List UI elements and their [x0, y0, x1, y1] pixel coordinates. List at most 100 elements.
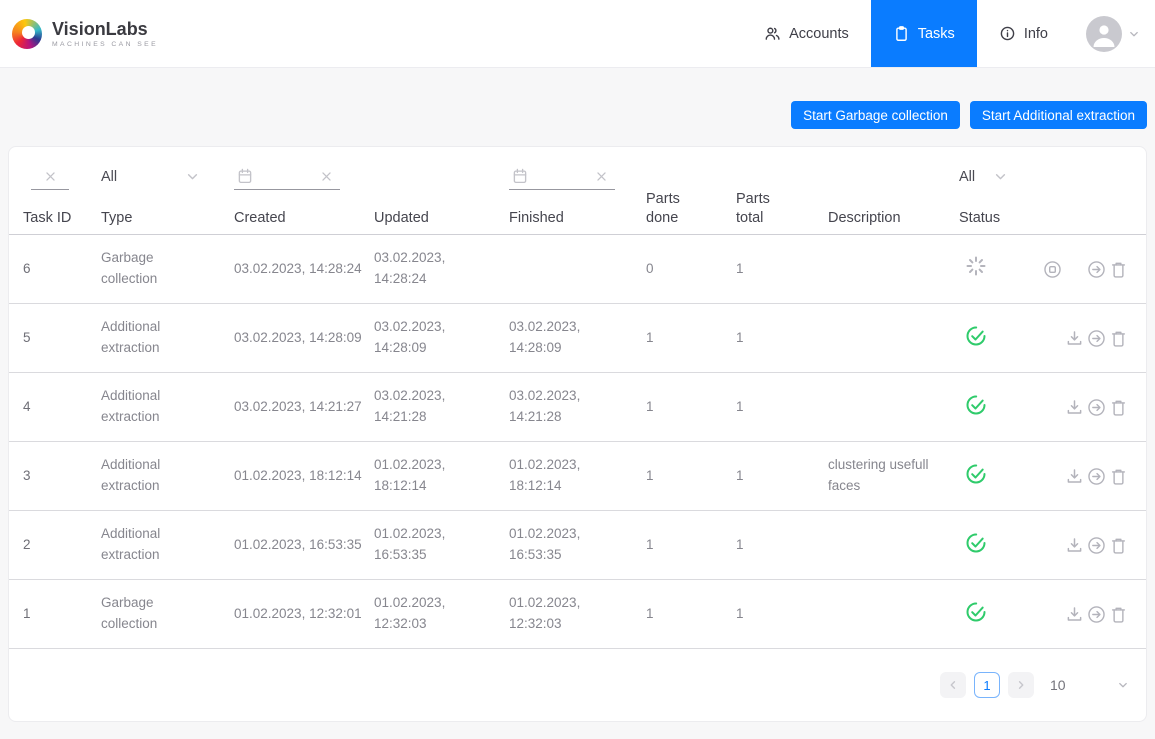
column-type: All Type: [101, 163, 234, 239]
task-id-cell: 6: [23, 259, 101, 280]
created-cell: 03.02.2023, 14:28:24: [234, 259, 374, 280]
updated-cell: 03.02.2023, 14:28:24: [374, 248, 509, 290]
finished-cell: 01.02.2023, 16:53:35: [509, 524, 646, 566]
tasks-table: Task ID All Type Created Updated F: [8, 146, 1147, 722]
stop-icon: [1042, 259, 1063, 280]
chevron-right-icon: [1014, 678, 1028, 692]
type-cell: Additional extraction: [101, 317, 197, 359]
column-label: Type: [101, 209, 226, 228]
status-filter-select[interactable]: All: [959, 163, 1009, 190]
parts-total-cell: 1: [736, 535, 828, 556]
delete-button[interactable]: [1108, 328, 1129, 349]
page-size-select[interactable]: 10: [1050, 677, 1130, 693]
created-date-filter[interactable]: [234, 163, 340, 190]
chevron-down-icon: [1127, 27, 1141, 41]
open-button[interactable]: [1086, 535, 1107, 556]
action-slot: [1063, 532, 1085, 559]
calendar-icon[interactable]: [511, 167, 529, 185]
delete-icon: [1108, 535, 1129, 556]
delete-button[interactable]: [1108, 604, 1129, 625]
success-icon: [964, 599, 988, 630]
nav-label-tasks: Tasks: [918, 26, 955, 42]
column-updated: Updated: [374, 163, 509, 239]
open-button[interactable]: [1086, 328, 1107, 349]
avatar: [1086, 16, 1122, 52]
next-page-button[interactable]: [1008, 672, 1034, 698]
type-cell: Garbage collection: [101, 593, 197, 635]
start-additional-extraction-button[interactable]: Start Additional extraction: [970, 101, 1147, 129]
updated-cell: 01.02.2023, 12:32:03: [374, 593, 509, 635]
updated-cell: 03.02.2023, 14:28:09: [374, 317, 509, 359]
table-row: 6Garbage collection03.02.2023, 14:28:240…: [9, 235, 1146, 304]
open-icon: [1086, 466, 1107, 487]
nav-item-accounts[interactable]: Accounts: [742, 0, 871, 67]
status-cell: [959, 254, 1041, 285]
action-slot: [1108, 532, 1130, 559]
task-id-filter-input[interactable]: [31, 163, 69, 190]
people-icon: [764, 25, 781, 42]
type-cell: Additional extraction: [101, 524, 197, 566]
status-cell: [959, 530, 1041, 561]
action-slot: [1108, 463, 1130, 490]
parts-total-cell: 1: [736, 604, 828, 625]
task-id-cell: 5: [23, 328, 101, 349]
action-slot: [1041, 463, 1063, 490]
prev-page-button[interactable]: [940, 672, 966, 698]
column-actions: [1041, 163, 1140, 239]
open-icon: [1086, 328, 1107, 349]
action-slot: [1041, 532, 1063, 559]
row-actions: [1041, 532, 1140, 559]
row-actions: [1041, 256, 1140, 283]
nav-label-info: Info: [1024, 26, 1048, 42]
download-button[interactable]: [1064, 328, 1085, 349]
delete-icon: [1108, 259, 1129, 280]
finished-cell: 03.02.2023, 14:28:09: [509, 317, 646, 359]
nav-label-accounts: Accounts: [789, 26, 849, 42]
table-row: 4Additional extraction03.02.2023, 14:21:…: [9, 373, 1146, 442]
row-actions: [1041, 463, 1140, 490]
clear-icon[interactable]: [318, 168, 335, 185]
delete-icon: [1108, 397, 1129, 418]
type-filter-value: All: [101, 169, 117, 185]
table-body: 6Garbage collection03.02.2023, 14:28:240…: [9, 235, 1146, 649]
page-number-current[interactable]: 1: [974, 672, 1000, 698]
calendar-icon[interactable]: [236, 167, 254, 185]
download-button[interactable]: [1064, 535, 1085, 556]
column-label: Parts total: [736, 190, 782, 228]
delete-icon: [1108, 466, 1129, 487]
open-button[interactable]: [1086, 397, 1107, 418]
clipboard-icon: [893, 25, 910, 42]
stop-button[interactable]: [1042, 259, 1063, 280]
row-actions: [1041, 601, 1140, 628]
action-slot: [1063, 325, 1085, 352]
chevron-down-icon: [992, 168, 1009, 185]
download-button[interactable]: [1064, 604, 1085, 625]
parts-done-cell: 1: [646, 328, 736, 349]
delete-button[interactable]: [1108, 259, 1129, 280]
clear-icon[interactable]: [593, 168, 610, 185]
chevron-down-icon: [1116, 678, 1130, 692]
delete-button[interactable]: [1108, 466, 1129, 487]
start-garbage-collection-button[interactable]: Start Garbage collection: [791, 101, 960, 129]
column-parts-done: Parts done: [646, 163, 736, 239]
open-button[interactable]: [1086, 466, 1107, 487]
open-button[interactable]: [1086, 259, 1107, 280]
table-row: 3Additional extraction01.02.2023, 18:12:…: [9, 442, 1146, 511]
nav-item-info[interactable]: Info: [977, 0, 1070, 67]
user-menu[interactable]: [1070, 0, 1155, 67]
status-cell: [959, 461, 1041, 492]
action-slot: [1108, 394, 1130, 421]
finished-date-filter[interactable]: [509, 163, 615, 190]
spinner-icon: [964, 254, 988, 285]
open-icon: [1086, 259, 1107, 280]
nav-item-tasks[interactable]: Tasks: [871, 0, 977, 67]
download-button[interactable]: [1064, 466, 1085, 487]
status-cell: [959, 599, 1041, 630]
created-cell: 01.02.2023, 18:12:14: [234, 466, 374, 487]
type-filter-select[interactable]: All: [101, 163, 201, 190]
delete-button[interactable]: [1108, 535, 1129, 556]
delete-button[interactable]: [1108, 397, 1129, 418]
open-button[interactable]: [1086, 604, 1107, 625]
download-button[interactable]: [1064, 397, 1085, 418]
clear-icon[interactable]: [42, 168, 59, 185]
